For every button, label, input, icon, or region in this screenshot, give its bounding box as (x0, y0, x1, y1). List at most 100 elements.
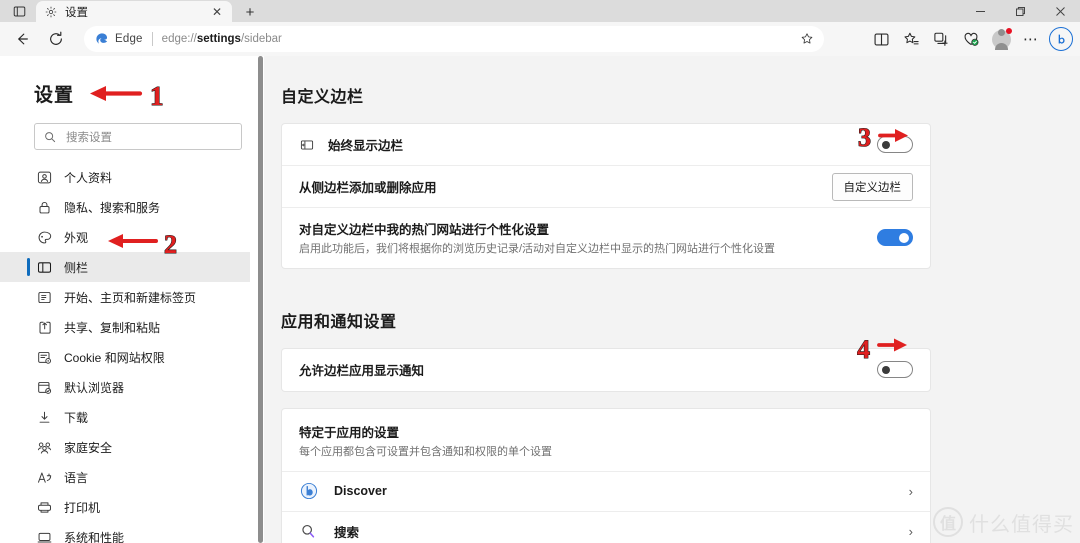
settings-page: 设置 搜索设置 个人资料 隐私、搜索和服务 外观 侧栏 开始、主页和新建标签页 … (0, 56, 1080, 543)
settings-and-more-icon[interactable]: ⋯ (1016, 25, 1046, 53)
settings-nav-list: 个人资料 隐私、搜索和服务 外观 侧栏 开始、主页和新建标签页 共享、复制和粘贴… (0, 162, 264, 543)
sidebar-item-label: 开始、主页和新建标签页 (64, 290, 197, 305)
list-item-discover[interactable]: Discover › (282, 472, 930, 512)
sidebar-item-cookies[interactable]: Cookie 和网站权限 (0, 342, 250, 372)
allow-notifications-toggle[interactable] (877, 361, 913, 379)
app-notifications-card: 允许边栏应用显示通知 (281, 347, 931, 392)
tab-title: 设置 (65, 6, 88, 19)
refresh-icon[interactable] (42, 25, 70, 53)
row-allow-notifications[interactable]: 允许边栏应用显示通知 (282, 349, 930, 391)
customize-sidebar-button[interactable]: 自定义边栏 (831, 172, 913, 201)
row-text: 从侧边栏添加或删除应用 (299, 177, 832, 196)
tab-settings[interactable]: 设置 ✕ (36, 1, 232, 22)
chevron-right-icon: › (908, 523, 913, 539)
favorite-star-icon[interactable] (796, 28, 818, 50)
profile-icon (36, 169, 53, 186)
sidebar-item-appearance[interactable]: 外观 (0, 222, 250, 252)
omnibox-divider (151, 32, 153, 46)
sidebar-scrollbar[interactable] (257, 56, 264, 543)
personalize-top-sites-toggle[interactable] (877, 229, 913, 247)
avatar-body (994, 43, 1008, 50)
close-button[interactable] (1040, 0, 1080, 22)
sidebar-item-profile[interactable]: 个人资料 (0, 162, 250, 192)
app-name: 搜索 (334, 525, 360, 540)
lock-icon (36, 199, 53, 216)
sidebar-item-downloads[interactable]: 下载 (0, 402, 250, 432)
app-name: Discover (334, 484, 387, 499)
toggle-switch[interactable] (877, 229, 913, 247)
sidebar-item-label: 打印机 (64, 500, 101, 515)
row-always-show-sidebar[interactable]: 始终显示边栏 (282, 124, 930, 166)
favorites-icon[interactable] (896, 25, 926, 53)
home-icon (36, 289, 53, 306)
title-bar: 设置 ✕ + (0, 0, 1080, 22)
avatar-head (997, 29, 1005, 36)
search-settings-input[interactable]: 搜索设置 (34, 123, 242, 150)
notification-badge (1006, 28, 1012, 34)
printer-icon (36, 499, 53, 516)
sidebar-item-sidebar[interactable]: 侧栏 (0, 252, 250, 282)
tab-close-icon[interactable]: ✕ (210, 5, 224, 19)
sidebar-item-family-safety[interactable]: 家庭安全 (0, 432, 250, 462)
system-icon (36, 529, 53, 543)
search-placeholder: 搜索设置 (66, 131, 112, 144)
app-specific-settings-card: 特定于应用的设置 每个应用都包含可设置并包含通知和权限的单个设置 Discove… (281, 407, 931, 543)
collections-icon[interactable] (926, 25, 956, 53)
edge-logo-icon (94, 32, 109, 47)
url-text: edge://settings/sidebar (162, 33, 796, 45)
split-screen-icon[interactable] (866, 25, 896, 53)
share-icon (36, 319, 53, 336)
sidebar-item-label: 个人资料 (64, 170, 113, 185)
always-show-sidebar-toggle[interactable] (877, 136, 913, 153)
sidebar-item-label: 隐私、搜索和服务 (64, 200, 161, 215)
download-icon (36, 409, 53, 426)
sidebar-item-printers[interactable]: 打印机 (0, 492, 250, 522)
sidebar-item-share[interactable]: 共享、复制和粘贴 (0, 312, 250, 342)
sidebar-item-label: 共享、复制和粘贴 (64, 320, 161, 335)
sidebar-item-default-browser[interactable]: 默认浏览器 (0, 372, 250, 402)
row-text: 始终显示边栏 (328, 135, 877, 154)
row-text: 允许边栏应用显示通知 (299, 360, 877, 379)
cookie-icon (36, 349, 53, 366)
row-personalize-top-sites[interactable]: 对自定义边栏中我的热门网站进行个性化设置 启用此功能后，我们将根据你的浏览历史记… (282, 208, 930, 268)
watermark: 值 什么值得买 (933, 507, 1074, 537)
search-icon (43, 130, 57, 144)
profile-avatar[interactable] (986, 25, 1016, 53)
sidebar-item-startup[interactable]: 开始、主页和新建标签页 (0, 282, 250, 312)
sidebar-item-system[interactable]: 系统和性能 (0, 522, 250, 543)
url-bold: settings (196, 33, 241, 45)
list-item-search[interactable]: 搜索 › (282, 512, 930, 543)
sidebar-item-privacy[interactable]: 隐私、搜索和服务 (0, 192, 250, 222)
watermark-logo: 值 (933, 507, 963, 537)
minimize-button[interactable] (960, 0, 1000, 22)
copilot-icon[interactable] (1046, 25, 1076, 53)
sidebar-item-label: Cookie 和网站权限 (64, 350, 165, 365)
settings-sidebar: 设置 搜索设置 个人资料 隐私、搜索和服务 外观 侧栏 开始、主页和新建标签页 … (0, 56, 264, 543)
sidebar-item-label: 家庭安全 (64, 440, 113, 455)
tab-actions-icon[interactable] (8, 3, 30, 20)
discover-bing-icon (299, 482, 318, 501)
window-controls (960, 0, 1080, 22)
address-bar[interactable]: Edge edge://settings/sidebar (84, 26, 824, 52)
content-inner: 自定义边栏 始终显示边栏 从侧边栏添加或删除应用 自定义边栏 对自定义边栏中我的… (281, 83, 931, 543)
section-title-app-notifications: 应用和通知设置 (281, 313, 397, 331)
sidebar-scrollbar-thumb[interactable] (258, 56, 263, 543)
sidebar-item-languages[interactable]: 语言 (0, 462, 250, 492)
back-arrow-icon[interactable] (8, 25, 36, 53)
browser-toolbar: Edge edge://settings/sidebar ⋯ (0, 22, 1080, 56)
browser-essentials-icon[interactable] (956, 25, 986, 53)
copilot-badge (1049, 27, 1073, 51)
toggle-switch[interactable] (877, 136, 913, 153)
row-label: 从侧边栏添加或删除应用 (299, 181, 437, 195)
row-label: 允许边栏应用显示通知 (299, 364, 425, 379)
restore-button[interactable] (1000, 0, 1040, 22)
row-add-remove-apps[interactable]: 从侧边栏添加或删除应用 自定义边栏 (282, 166, 930, 208)
toggle-switch[interactable] (877, 361, 913, 379)
section-title-customize-sidebar: 自定义边栏 (281, 89, 364, 106)
new-tab-button[interactable]: + (240, 3, 260, 21)
sidebar-item-label: 系统和性能 (64, 530, 125, 543)
watermark-text: 什么值得买 (969, 513, 1074, 536)
ellipsis-glyph: ⋯ (1023, 30, 1039, 48)
sidebar-item-label: 外观 (64, 230, 89, 245)
app-settings-title: 特定于应用的设置 (299, 425, 400, 440)
